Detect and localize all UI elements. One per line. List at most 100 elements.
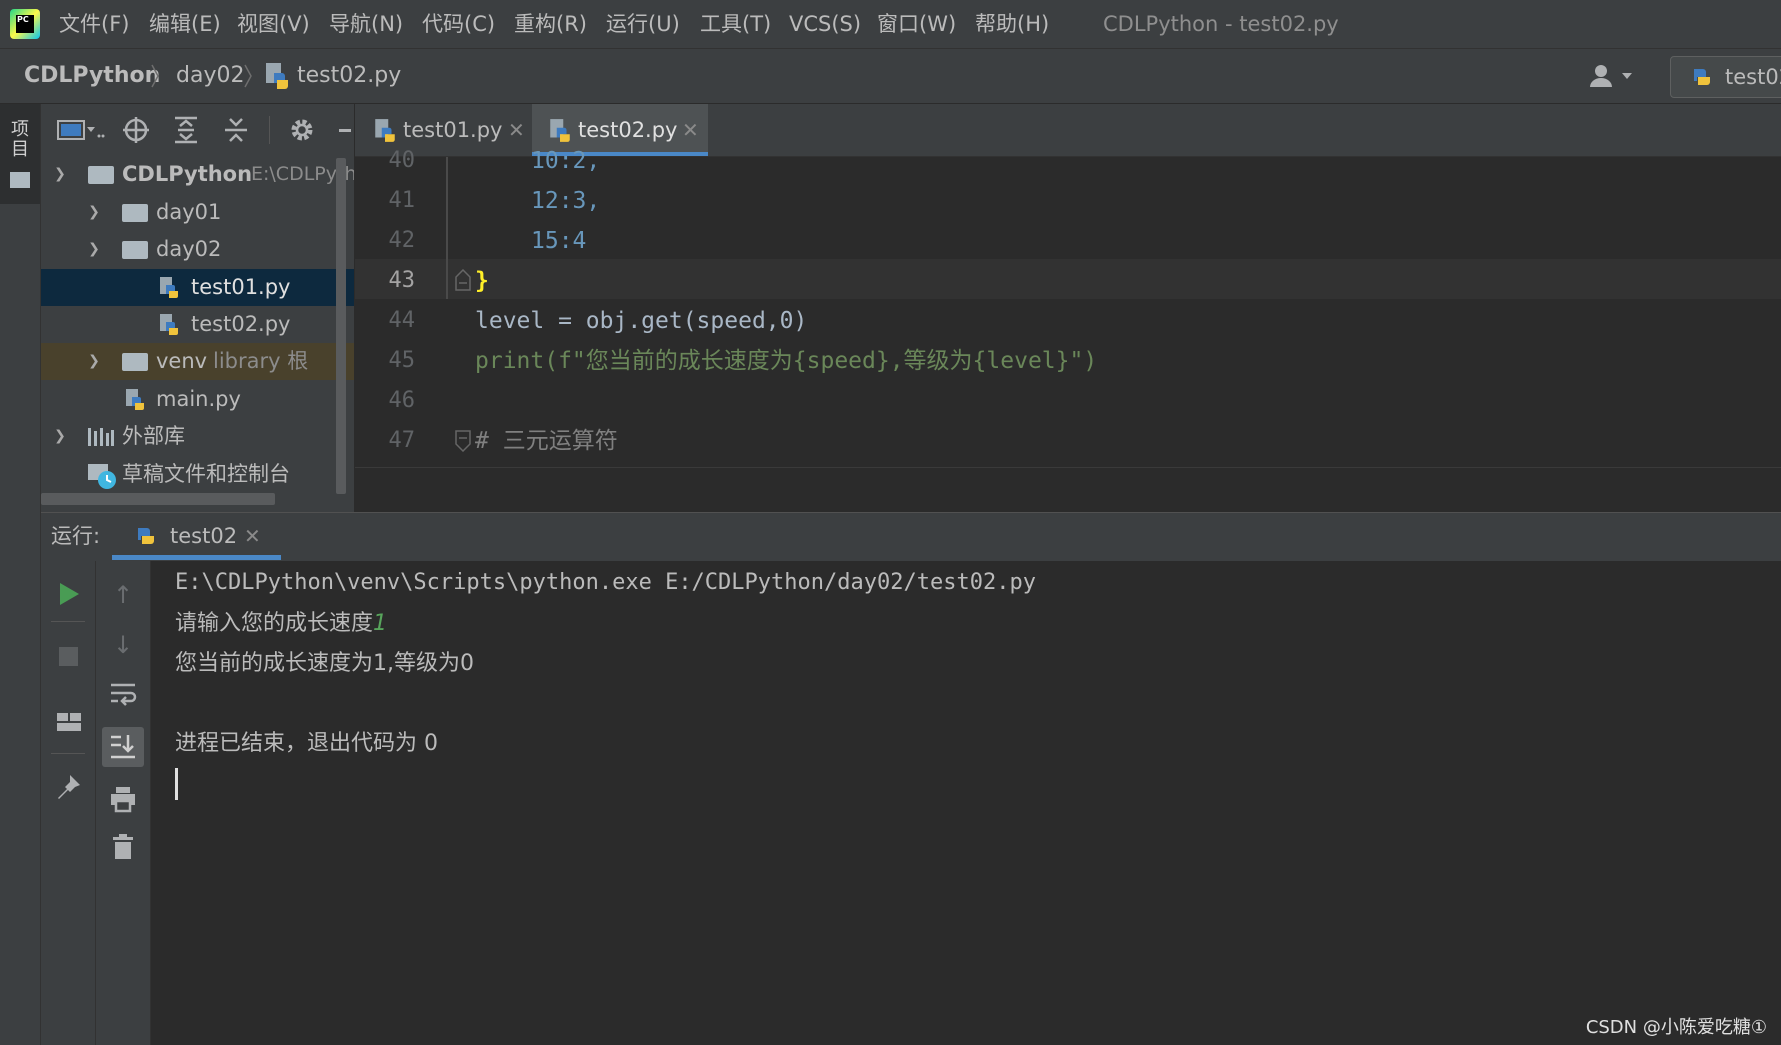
hide-panel-icon[interactable] — [339, 129, 351, 132]
rerun-play-icon[interactable] — [57, 581, 81, 607]
indent-guide — [446, 157, 448, 299]
console-prompt: 请输入您的成长速度 — [175, 611, 374, 636]
run-tab-label: test02 — [170, 524, 238, 548]
tree-item-day01[interactable]: ❯ day01 — [41, 194, 354, 231]
navigation-bar: CDLPython day02 test02.py test02 — [0, 49, 1781, 104]
run-config-selector[interactable]: test02 — [1670, 56, 1781, 98]
line-number: 44 — [388, 308, 416, 333]
menu-refactor[interactable]: 重构(R) — [503, 0, 598, 48]
tree-item-label: test02.py — [191, 312, 291, 336]
run-toolbar-primary — [41, 561, 96, 1045]
layout-icon[interactable] — [56, 711, 82, 733]
tree-item-external-libraries[interactable]: ❯ 外部库 — [41, 418, 354, 455]
folder-icon — [122, 204, 148, 222]
locate-file-icon[interactable] — [122, 116, 150, 144]
tree-item-test01[interactable]: test01.py — [41, 269, 354, 306]
chevron-down-icon[interactable]: ❯ — [50, 156, 70, 193]
scratch-console-icon — [88, 464, 116, 489]
python-file-icon — [160, 314, 178, 335]
folder-icon — [122, 353, 148, 371]
pycharm-logo-icon: PC — [10, 9, 40, 39]
close-tab-icon[interactable]: ✕ — [244, 512, 261, 560]
menu-help[interactable]: 帮助(H) — [964, 0, 1060, 48]
chevron-right-icon[interactable]: ❯ — [84, 194, 104, 231]
menu-navigate[interactable]: 导航(N) — [318, 0, 414, 48]
tree-item-label: venv — [156, 349, 208, 373]
chevron-right-icon[interactable]: ❯ — [50, 418, 70, 455]
tree-item-label: 外部库 — [122, 424, 185, 448]
fold-marker-icon[interactable] — [453, 430, 473, 452]
scroll-up-icon[interactable]: ↑ — [103, 575, 143, 615]
chevron-right-icon[interactable]: ❯ — [84, 343, 104, 380]
menu-code[interactable]: 代码(C) — [411, 0, 506, 48]
left-tool-strip — [0, 104, 41, 1045]
folder-icon — [122, 241, 148, 259]
line-number: 47 — [388, 428, 416, 453]
console-prompt-line: 请输入您的成长速度1 — [175, 604, 387, 644]
python-file-icon — [160, 277, 178, 298]
toolbar-divider — [51, 621, 85, 622]
python-icon — [138, 528, 154, 544]
breadcrumb-project[interactable]: CDLPython — [24, 49, 160, 103]
active-tab-indicator — [112, 555, 281, 560]
close-tab-icon[interactable]: ✕ — [682, 104, 699, 156]
code-line-40: 10:2, — [531, 148, 601, 174]
project-toolbar — [41, 104, 354, 156]
window-title: CDLPython - test02.py — [1103, 12, 1339, 36]
expand-all-icon[interactable] — [173, 116, 199, 144]
breadcrumb-file[interactable]: test02.py — [297, 49, 401, 103]
tree-item-test02[interactable]: test02.py — [41, 306, 354, 343]
code-line-47: # 三元运算符 — [475, 428, 618, 454]
project-tool-tab[interactable]: 项目 — [0, 104, 40, 204]
close-tab-icon[interactable]: ✕ — [508, 104, 525, 156]
horizontal-scrollbar[interactable] — [41, 493, 275, 505]
breadcrumb-folder[interactable]: day02 — [176, 49, 244, 103]
folder-icon — [88, 166, 114, 184]
code-line-42: 15:4 — [531, 228, 587, 254]
python-icon — [1694, 69, 1710, 85]
tree-item-label: main.py — [156, 387, 241, 411]
tree-item-day02[interactable]: ❯ day02 — [41, 231, 354, 268]
view-mode-dropdown-icon[interactable] — [57, 118, 105, 142]
menu-window[interactable]: 窗口(W) — [866, 0, 967, 48]
stop-icon[interactable] — [59, 647, 78, 666]
user-account-icon[interactable] — [1588, 63, 1636, 89]
menu-view[interactable]: 视图(V) — [226, 0, 321, 48]
menu-edit[interactable]: 编辑(E) — [138, 0, 232, 48]
settings-gear-icon[interactable] — [288, 116, 316, 144]
print-icon[interactable] — [109, 785, 137, 813]
scroll-to-end-icon — [111, 735, 135, 759]
breadcrumb-separator-icon — [151, 64, 159, 88]
menu-tools[interactable]: 工具(T) — [689, 0, 782, 48]
collapse-all-icon[interactable] — [223, 116, 249, 144]
scroll-down-icon[interactable]: ↓ — [103, 625, 143, 665]
tree-item-label: test01.py — [191, 275, 291, 299]
tree-item-project-root[interactable]: ❯ CDLPython E:\CDLPyth — [41, 156, 354, 193]
run-config-label: test02 — [1725, 65, 1781, 89]
clear-trash-icon[interactable] — [111, 833, 135, 861]
soft-wrap-icon[interactable] — [109, 681, 137, 707]
line-number: 41 — [388, 188, 416, 213]
vertical-scrollbar[interactable] — [336, 158, 346, 494]
tree-item-venv[interactable]: ❯ venv library 根 — [41, 343, 354, 380]
pin-icon[interactable] — [56, 773, 82, 801]
run-tab-test02[interactable]: test02 ✕ — [112, 512, 281, 560]
console-result-line: 您当前的成长速度为1,等级为0 — [175, 651, 474, 676]
menu-vcs[interactable]: VCS(S) — [778, 0, 872, 48]
run-console[interactable] — [151, 561, 1781, 1045]
chevron-down-icon[interactable]: ❯ — [84, 231, 104, 268]
menu-file[interactable]: 文件(F) — [48, 0, 140, 48]
run-panel-header — [41, 512, 1781, 561]
tree-item-label: day02 — [156, 237, 222, 261]
code-line-43: } — [475, 268, 489, 294]
toolbar-divider — [269, 116, 270, 144]
fold-marker-icon[interactable] — [453, 269, 473, 291]
watermark: CSDN @小陈爱吃糖① — [1585, 1017, 1767, 1038]
menu-run[interactable]: 运行(U) — [595, 0, 691, 48]
line-number: 46 — [388, 388, 416, 413]
tree-item-scratches[interactable]: 草稿文件和控制台 — [41, 456, 354, 493]
python-file-icon — [266, 63, 288, 89]
scroll-to-end-button[interactable] — [102, 727, 144, 767]
tree-item-main[interactable]: main.py — [41, 381, 354, 418]
run-toolbar-secondary: ↑ ↓ — [96, 561, 151, 1045]
